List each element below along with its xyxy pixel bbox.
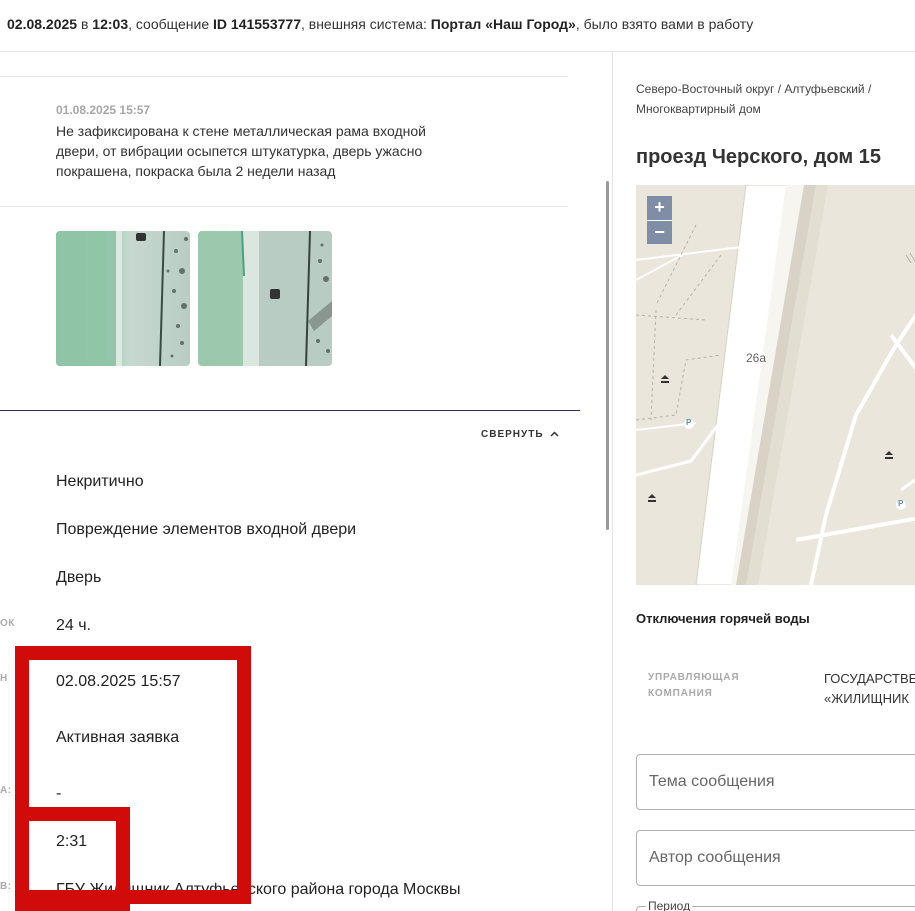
problem-value: Повреждение элементов входной двери xyxy=(56,521,357,538)
zoom-out-button[interactable]: − xyxy=(647,220,672,244)
address-panel: Северо-Восточный округ / Алтуфьевский / … xyxy=(613,52,915,911)
divider xyxy=(0,206,568,207)
field-label-fragment: В: xyxy=(0,881,12,892)
request-details-panel: 01.08.2025 15:57 Не зафиксирована к стен… xyxy=(0,52,612,911)
message-text: Не зафиксирована к стене металлическая р… xyxy=(56,123,426,179)
attachment-photo[interactable] xyxy=(198,231,332,366)
object-value: Дверь xyxy=(56,569,102,586)
management-company-label: УПРАВЛЯЮЩАЯ КОМПАНИЯ xyxy=(648,672,740,699)
notification-date: 02.08.2025 xyxy=(7,16,78,32)
collapse-button[interactable]: СВЕРНУТЬ xyxy=(481,429,559,440)
message-author-input[interactable]: Автор сообщения xyxy=(636,830,915,886)
map-zoom-controls: + − xyxy=(647,196,672,244)
management-company-value: ГОСУДАРСТВЕ «ЖИЛИЩНИК xyxy=(824,671,915,706)
map[interactable]: 26а P P + − xyxy=(636,185,915,585)
highlight-box xyxy=(15,807,130,911)
zoom-in-button[interactable]: + xyxy=(647,196,672,220)
parking-icon: P xyxy=(686,418,692,427)
field-label-fragment: Н xyxy=(0,673,8,684)
deadline-value: 24 ч. xyxy=(56,617,92,634)
message-date: 01.08.2025 15:57 xyxy=(56,103,151,117)
message-id: ID 141553777 xyxy=(213,16,301,32)
message-topic-input[interactable]: Тема сообщения xyxy=(636,754,915,810)
external-system: Портал «Наш Город» xyxy=(430,16,576,32)
criticality-value: Некритично xyxy=(56,473,144,490)
divider xyxy=(0,76,568,77)
attachment-photo[interactable] xyxy=(56,231,190,366)
scrollbar[interactable] xyxy=(606,181,609,530)
section-divider xyxy=(0,410,580,411)
chevron-up-icon xyxy=(550,429,559,440)
map-building-label: 26а xyxy=(746,351,767,365)
notification-bar: 02.08.2025 в 12:03, сообщение ID 1415537… xyxy=(0,0,915,52)
breadcrumb: Северо-Восточный округ / Алтуфьевский / … xyxy=(636,82,872,116)
hot-water-outages-link[interactable]: Отключения горячей воды xyxy=(636,611,810,626)
period-label: Период xyxy=(646,899,693,911)
notification-time: 12:03 xyxy=(92,16,129,32)
address-title: проезд Черского, дом 15 xyxy=(636,146,881,168)
field-label-fragment: ОК xyxy=(0,618,15,629)
parking-icon: P xyxy=(898,499,904,508)
field-label-fragment: А: xyxy=(0,785,12,796)
